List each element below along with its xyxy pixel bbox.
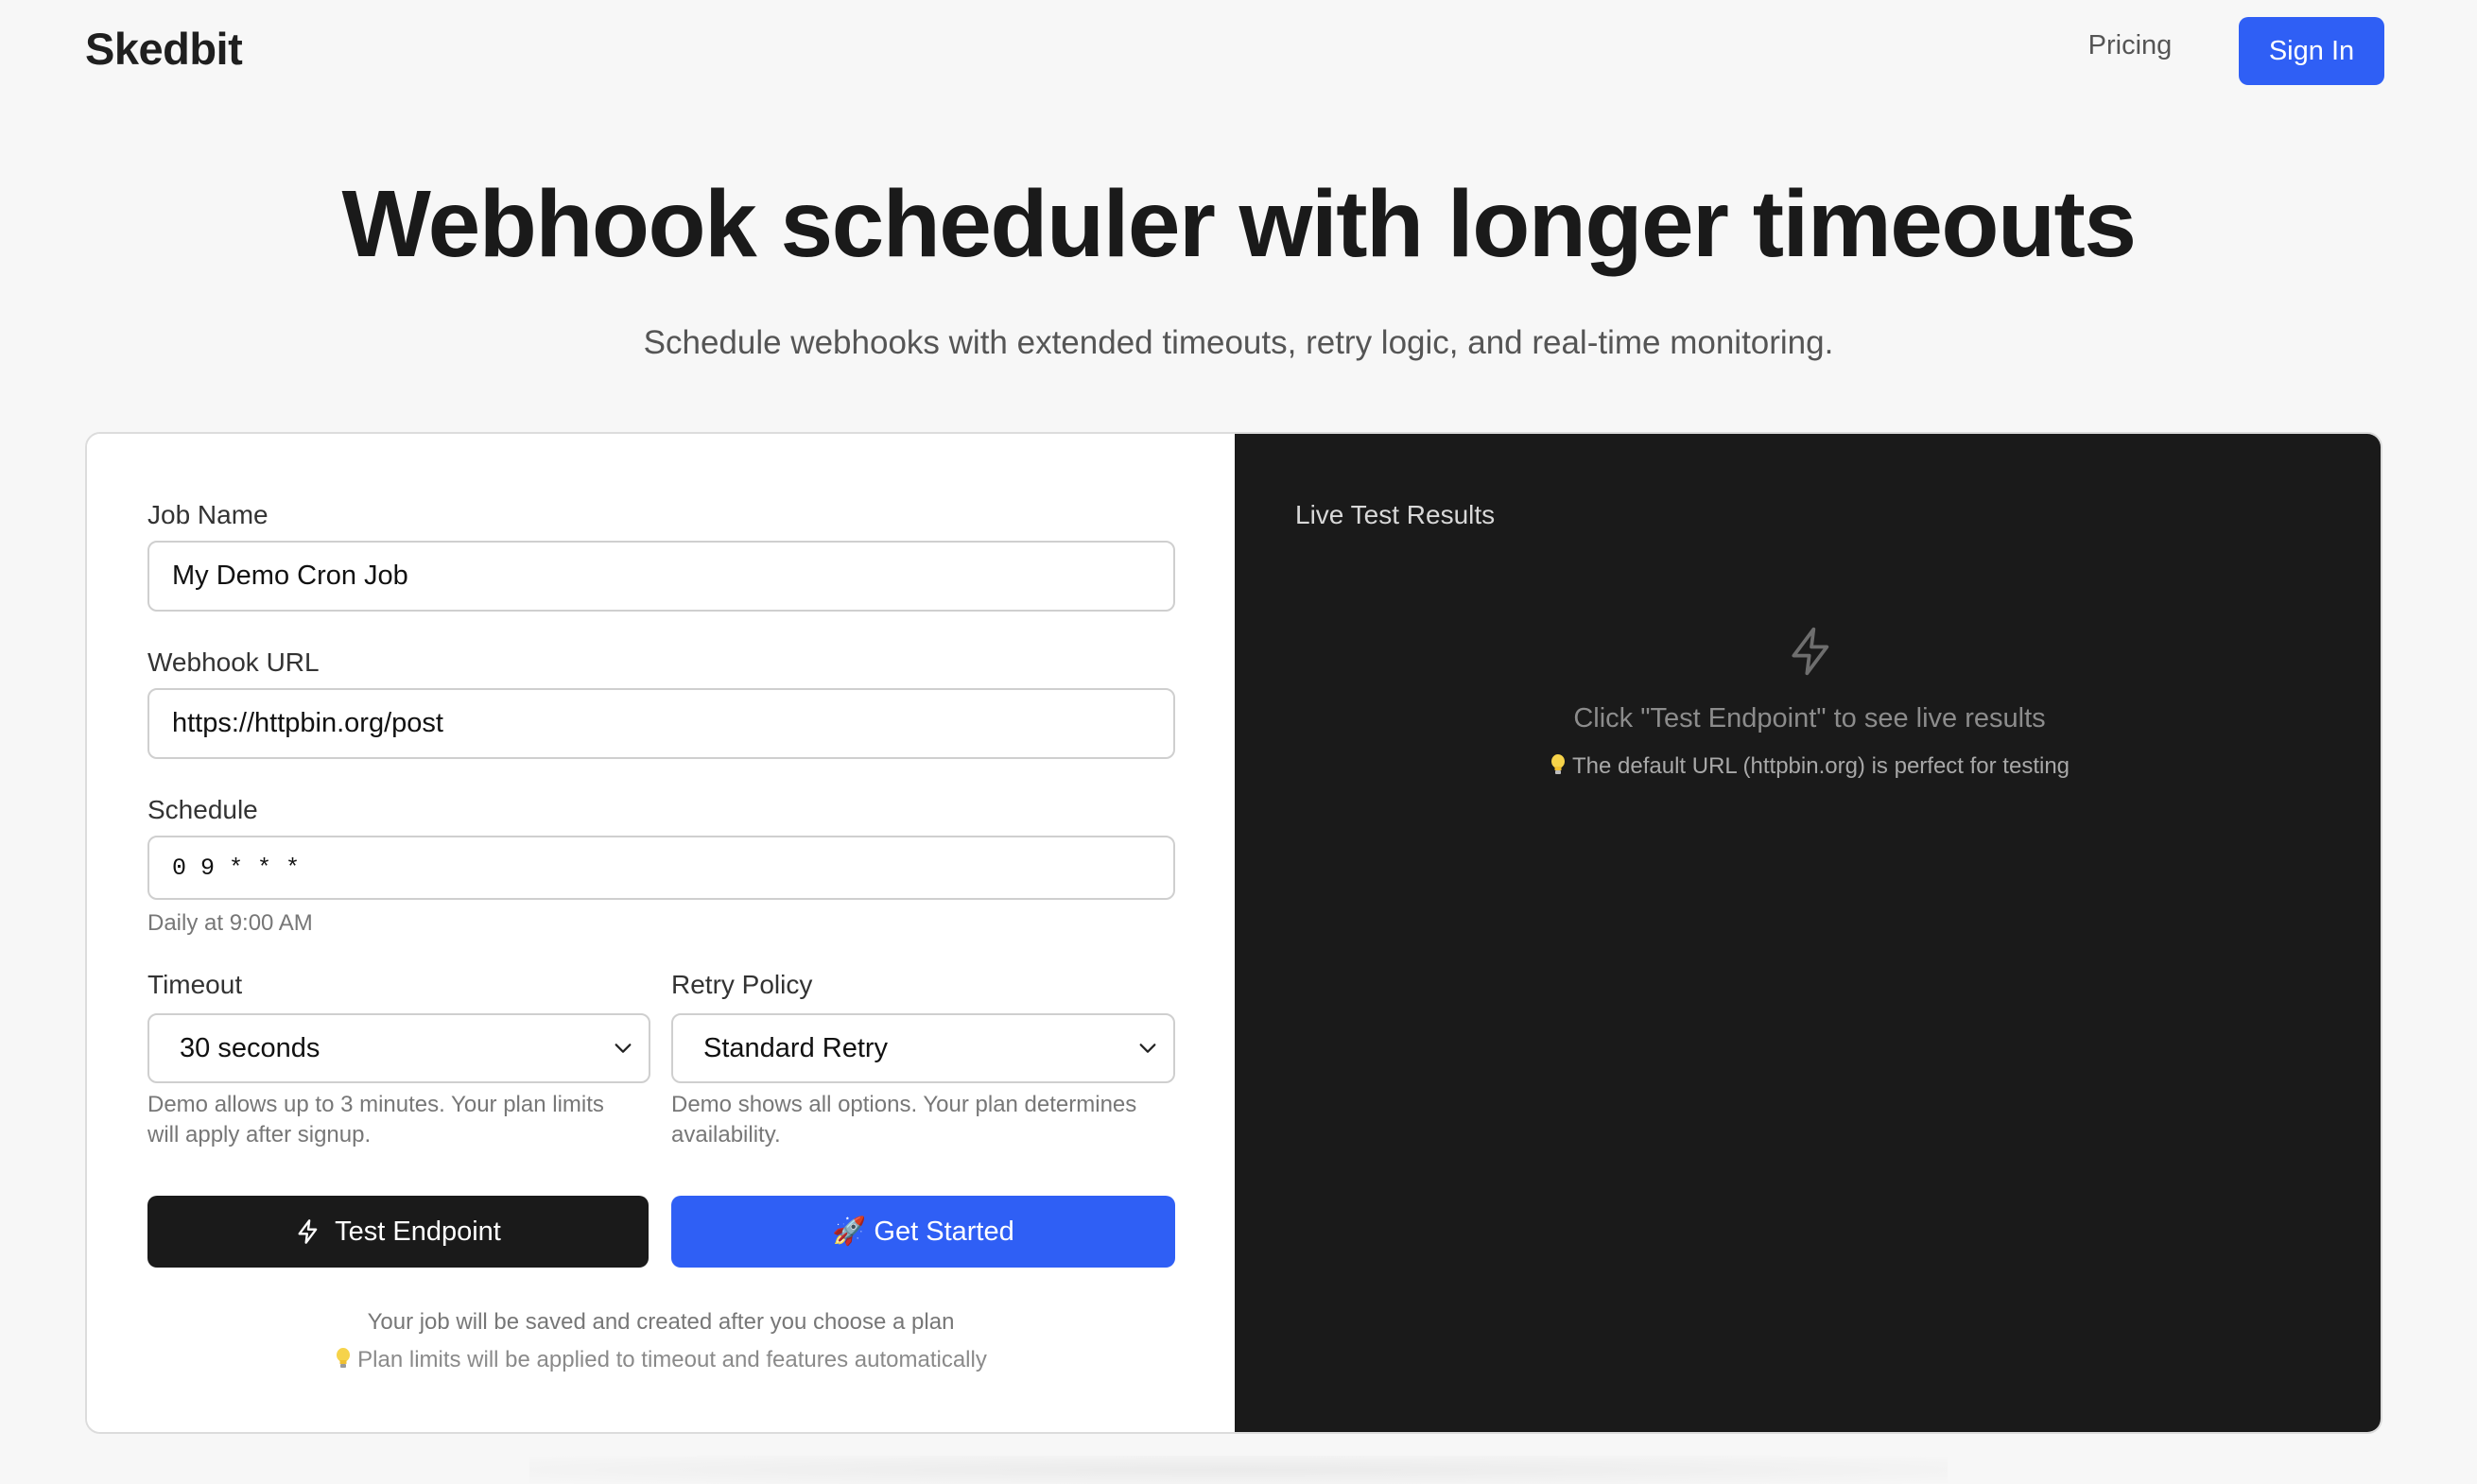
test-endpoint-button[interactable]: Test Endpoint [147,1196,649,1268]
retry-policy-selected-value: Standard Retry [703,1033,889,1063]
webhook-url-input[interactable] [147,688,1175,759]
retry-hint-line2: availability. [671,1122,781,1148]
lightning-bolt-icon [298,1219,318,1244]
live-results-panel: Live Test Results Click "Test Endpoint" … [1235,434,2381,1432]
lightbulb-icon [337,1348,351,1368]
brand-logo[interactable]: Skedbit [85,23,243,75]
sign-in-button[interactable]: Sign In [2239,17,2384,85]
bottom-shadow [529,1456,1948,1484]
lightbulb-icon [1550,754,1565,774]
plan-limits-text: Plan limits will be applied to timeout a… [357,1347,987,1372]
results-empty-message: Click "Test Endpoint" to see live result… [1573,703,2046,733]
test-endpoint-label: Test Endpoint [335,1216,501,1247]
job-name-input[interactable] [147,541,1175,612]
results-title: Live Test Results [1295,500,1496,529]
schedule-hint: Daily at 9:00 AM [147,910,313,936]
timeout-hint-line1: Demo allows up to 3 minutes. Your plan l… [147,1092,604,1117]
get-started-button[interactable]: 🚀 Get Started [671,1196,1175,1268]
hero-subtitle: Schedule webhooks with extended timeouts… [643,324,1834,361]
pricing-link[interactable]: Pricing [2059,30,2201,61]
webhook-url-label: Webhook URL [147,647,320,677]
chevron-down-icon [615,1044,632,1053]
save-footnote: Your job will be saved and created after… [367,1309,955,1335]
schedule-label: Schedule [147,795,258,824]
results-tip: The default URL (httpbin.org) is perfect… [1235,753,2381,780]
chevron-down-icon [1139,1044,1156,1053]
results-tip-text: The default URL (httpbin.org) is perfect… [1571,753,2070,779]
job-form-panel: Job Name Webhook URL Schedule Daily at 9… [87,434,1235,1432]
job-name-label: Job Name [147,500,268,529]
retry-hint-line1: Demo shows all options. Your plan determ… [671,1092,1137,1117]
retry-policy-select[interactable]: Standard Retry [671,1013,1175,1083]
schedule-input[interactable] [147,836,1175,900]
demo-card: Job Name Webhook URL Schedule Daily at 9… [85,432,2382,1434]
timeout-label: Timeout [147,970,243,999]
get-started-label: 🚀 Get Started [832,1217,1014,1247]
hero-title: Webhook scheduler with longer timeouts [341,171,2137,277]
timeout-hint-line2: will apply after signup. [147,1122,372,1148]
timeout-select[interactable]: 30 seconds [147,1013,650,1083]
retry-policy-label: Retry Policy [671,970,813,999]
lightning-bolt-icon [1792,627,1829,676]
plan-limits-footnote: Plan limits will be applied to timeout a… [87,1347,1235,1373]
timeout-selected-value: 30 seconds [180,1033,320,1063]
top-navbar: Skedbit Pricing Sign In [0,0,2477,104]
